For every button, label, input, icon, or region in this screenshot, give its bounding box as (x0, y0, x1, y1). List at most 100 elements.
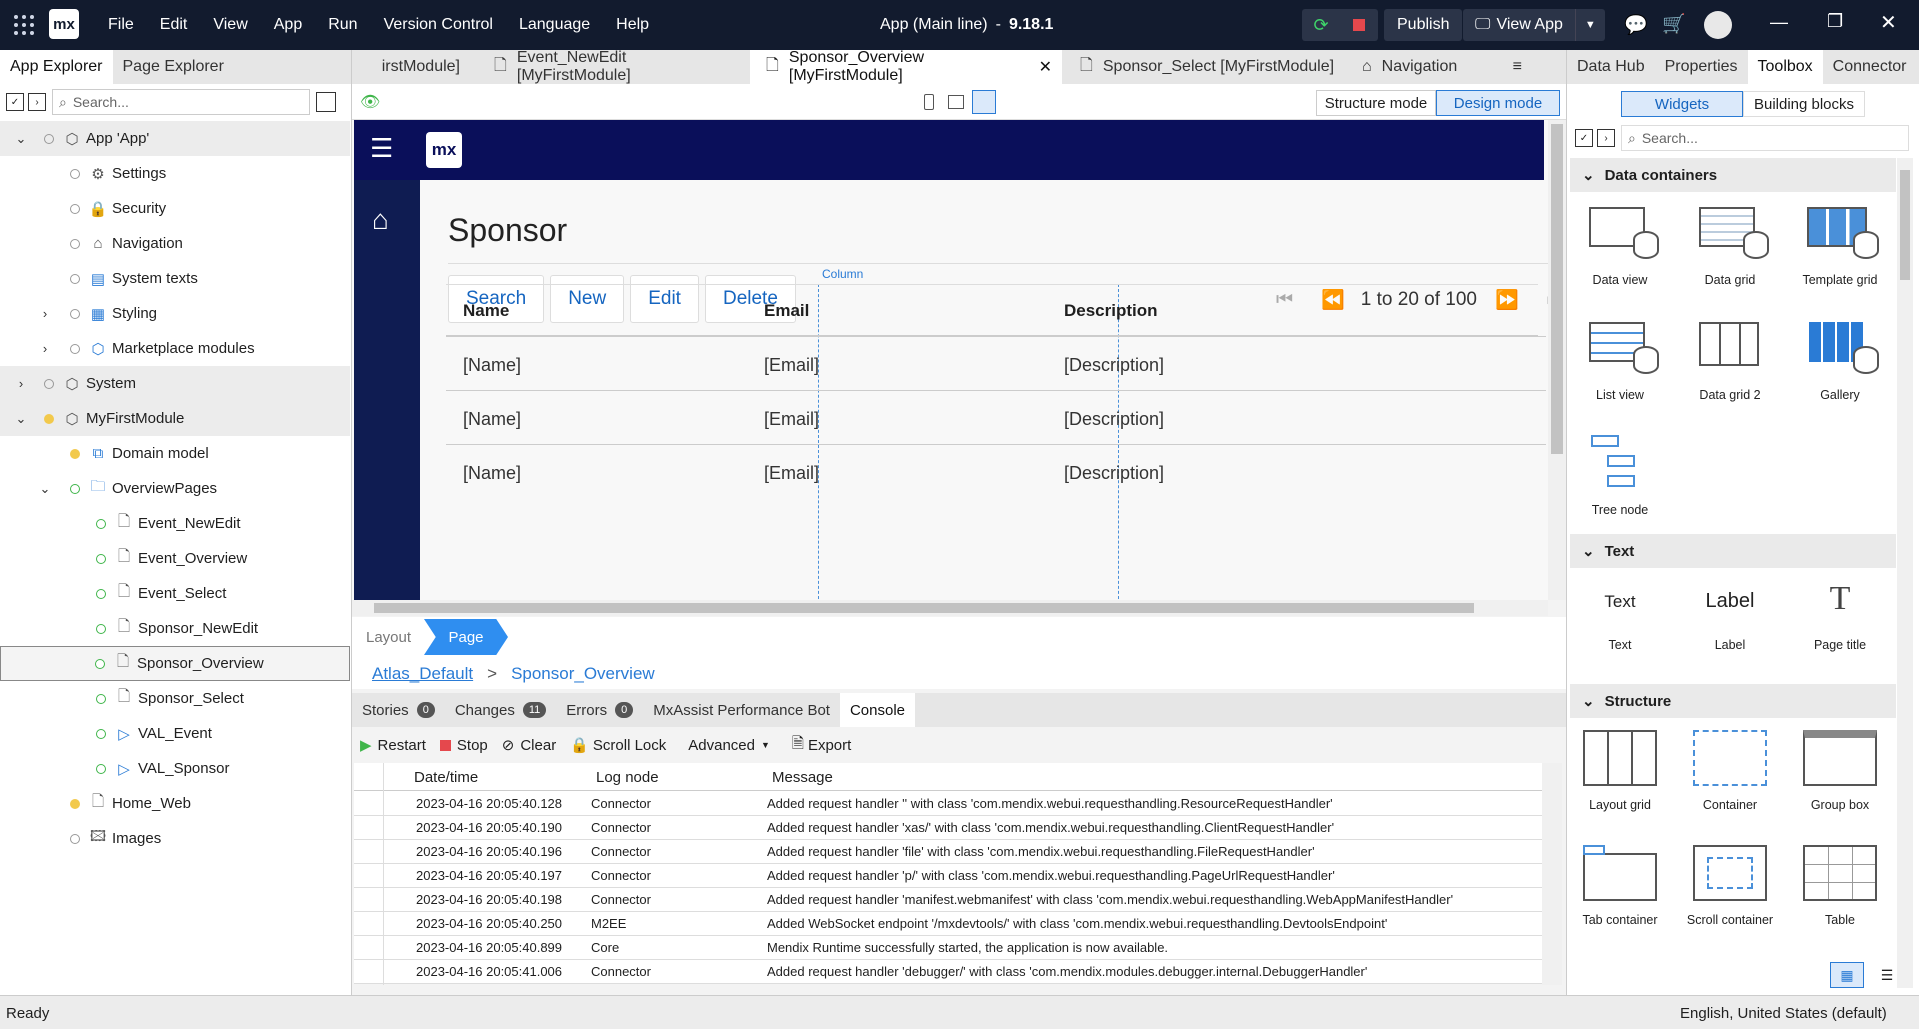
tree-overviewpages[interactable]: ⌄ 🗀 OverviewPages (0, 471, 350, 506)
restart-button[interactable]: Restart (378, 737, 426, 754)
log-row[interactable]: 2023-04-16 20:05:41.006 Connector Added re… (354, 960, 1542, 984)
log-row[interactable]: 2023-04-16 20:05:40.899 Core Mendix Runtim… (354, 936, 1542, 960)
minimize-icon[interactable]: — (1770, 12, 1788, 33)
section-text[interactable]: ⌄ Text (1570, 534, 1896, 568)
close-tab-icon[interactable]: ✕ (1039, 57, 1052, 77)
col-lognode[interactable]: Log node (596, 769, 659, 786)
advanced-dropdown[interactable]: Advanced (688, 737, 755, 754)
menu-view[interactable]: View (213, 16, 247, 34)
menu-version-control[interactable]: Version Control (384, 16, 493, 34)
tree-sponsor-overview[interactable]: 🗋 Sponsor_Overview (0, 646, 350, 681)
log-row[interactable]: 2023-04-16 20:05:40.198 Connector Added re… (354, 888, 1542, 912)
tab-overflow-icon[interactable]: ≡ (1513, 58, 1522, 76)
tree-domain-model[interactable]: ⧉ Domain model (0, 436, 350, 471)
view-app-button[interactable]: 🖵 View App ▼ (1463, 9, 1605, 41)
tree-navigation[interactable]: ⌂ Navigation (0, 226, 350, 261)
tool-label[interactable]: Label Label (1675, 580, 1785, 670)
stop-icon[interactable] (1340, 19, 1378, 31)
explorer-search-input[interactable]: ⌕ Search... (52, 89, 310, 115)
log-row[interactable]: 2023-04-16 20:05:40.128 Connector Added re… (354, 792, 1542, 816)
tab-app-explorer[interactable]: App Explorer (0, 50, 113, 84)
tree-security[interactable]: 🔒 Security (0, 191, 350, 226)
tree-marketplace-modules[interactable]: › ⬡ Marketplace modules (0, 331, 350, 366)
eye-icon[interactable]: 👁 (360, 92, 380, 112)
tool-data-view[interactable]: Data view (1565, 193, 1675, 303)
tree-settings[interactable]: ⚙ Settings (0, 156, 350, 191)
section-data-containers[interactable]: ⌄ Data containers (1570, 158, 1896, 192)
tool-template-grid[interactable]: Template grid (1785, 193, 1895, 303)
tree-event-overview[interactable]: 🗋 Event_Overview (0, 541, 350, 576)
tab-properties[interactable]: Properties (1655, 50, 1748, 84)
table-row[interactable]: [Name] [Email] [Description] (446, 444, 1546, 498)
clear-button[interactable]: Clear (520, 737, 556, 754)
breadcrumb-layout[interactable]: Atlas_Default (372, 664, 473, 684)
tree-sponsor-select[interactable]: 🗋 Sponsor_Select (0, 681, 350, 716)
export-button[interactable]: Export (808, 737, 851, 754)
close-icon[interactable]: ✕ (1880, 10, 1897, 35)
doc-tab-event-newedit[interactable]: 🗋 Event_NewEdit [MyFirstModule] (470, 49, 750, 84)
tree-val-event[interactable]: ▷ VAL_Event (0, 716, 350, 751)
tool-tab-container[interactable]: Tab container (1565, 833, 1675, 943)
breadcrumb-page[interactable]: Sponsor_Overview (511, 664, 655, 684)
expand-all-icon[interactable]: › (1597, 129, 1615, 147)
col-datetime[interactable]: Date/time (414, 769, 478, 786)
header-email[interactable]: Email (764, 301, 809, 321)
grid-view-toggle[interactable]: ▦ (1830, 962, 1864, 988)
tool-group-box[interactable]: Group box (1785, 718, 1895, 828)
tree-styling[interactable]: › ▦ Styling (0, 296, 350, 331)
doc-tab-navigation[interactable]: ⌂ Navigation ≡ (1352, 50, 1532, 84)
app-grid-icon[interactable] (12, 13, 36, 37)
tree-event-newedit[interactable]: 🗋 Event_NewEdit (0, 506, 350, 541)
structure-mode-button[interactable]: Structure mode (1316, 90, 1436, 116)
building-blocks-toggle[interactable]: Building blocks (1743, 91, 1865, 117)
restart-icon[interactable]: ⟳ (1302, 15, 1340, 36)
desktop-view-icon[interactable] (972, 90, 996, 114)
layout-tab[interactable]: Layout (366, 629, 411, 646)
avatar[interactable] (1704, 11, 1732, 39)
tree-home-web[interactable]: 🗋 Home_Web (0, 786, 350, 821)
header-description[interactable]: Description (1064, 301, 1158, 321)
log-row[interactable]: 2023-04-16 20:05:40.197 Connector Added re… (354, 864, 1542, 888)
chat-icon[interactable]: 💬 (1624, 13, 1648, 37)
doc-tab-sponsor-overview[interactable]: 🗋 Sponsor_Overview [MyFirstModule] ✕ (750, 49, 1062, 84)
canvas-vertical-scrollbar[interactable] (1548, 120, 1566, 600)
tree-event-select[interactable]: 🗋 Event_Select (0, 576, 350, 611)
expand-all-icon[interactable]: › (28, 93, 46, 111)
toolbox-search-input[interactable]: ⌕ Search... (1621, 125, 1909, 151)
toolbox-scrollbar[interactable] (1897, 158, 1913, 988)
tool-data-grid[interactable]: Data grid (1675, 193, 1785, 303)
section-structure[interactable]: ⌄ Structure (1570, 684, 1896, 718)
page-tab[interactable]: Page (424, 619, 508, 655)
table-row[interactable]: [Name] [Email] [Description] (446, 336, 1546, 390)
tree-system[interactable]: › ⬡ System (0, 366, 350, 401)
tab-toolbox[interactable]: Toolbox (1747, 50, 1823, 84)
tree-sponsor-newedit[interactable]: 🗋 Sponsor_NewEdit (0, 611, 350, 646)
canvas-horizontal-scrollbar[interactable] (352, 600, 1548, 616)
tool-layout-grid[interactable]: Layout grid (1565, 718, 1675, 828)
tablet-view-icon[interactable] (948, 95, 964, 109)
cart-icon[interactable]: 🛒 (1662, 12, 1686, 36)
tool-gallery[interactable]: Gallery (1785, 308, 1895, 418)
tool-page-title[interactable]: T Page title (1785, 580, 1895, 670)
tab-changes[interactable]: Changes 11 (445, 693, 556, 727)
tree-images[interactable]: 🖾 Images (0, 821, 350, 856)
tool-text[interactable]: Text Text (1565, 580, 1675, 670)
doc-tab-myfirstmodule[interactable]: irstModule] (352, 50, 470, 84)
tab-data-hub[interactable]: Data Hub (1567, 50, 1655, 84)
tree-myfirstmodule[interactable]: ⌄ ⬡ MyFirstModule (0, 401, 350, 436)
hamburger-icon[interactable]: ☰ (370, 135, 393, 161)
tree-val-sponsor[interactable]: ▷ VAL_Sponsor (0, 751, 350, 786)
menu-run[interactable]: Run (328, 16, 357, 34)
publish-button[interactable]: Publish (1384, 9, 1463, 41)
tool-scroll-container[interactable]: Scroll container (1675, 833, 1785, 943)
collapse-all-icon[interactable]: ✓ (1575, 129, 1593, 147)
doc-tab-sponsor-select[interactable]: 🗋 Sponsor_Select [MyFirstModule] (1062, 50, 1352, 84)
tool-table[interactable]: Table (1785, 833, 1895, 943)
stop-button[interactable]: Stop (457, 737, 488, 754)
scroll-lock-button[interactable]: Scroll Lock (593, 737, 666, 754)
table-row[interactable]: [Name] [Email] [Description] (446, 390, 1546, 444)
tool-data-grid-2[interactable]: Data grid 2 (1675, 308, 1785, 418)
log-row[interactable]: 2023-04-16 20:05:40.190 Connector Added re… (354, 816, 1542, 840)
tool-tree-node[interactable]: Tree node (1565, 423, 1675, 533)
tab-page-explorer[interactable]: Page Explorer (113, 50, 234, 84)
